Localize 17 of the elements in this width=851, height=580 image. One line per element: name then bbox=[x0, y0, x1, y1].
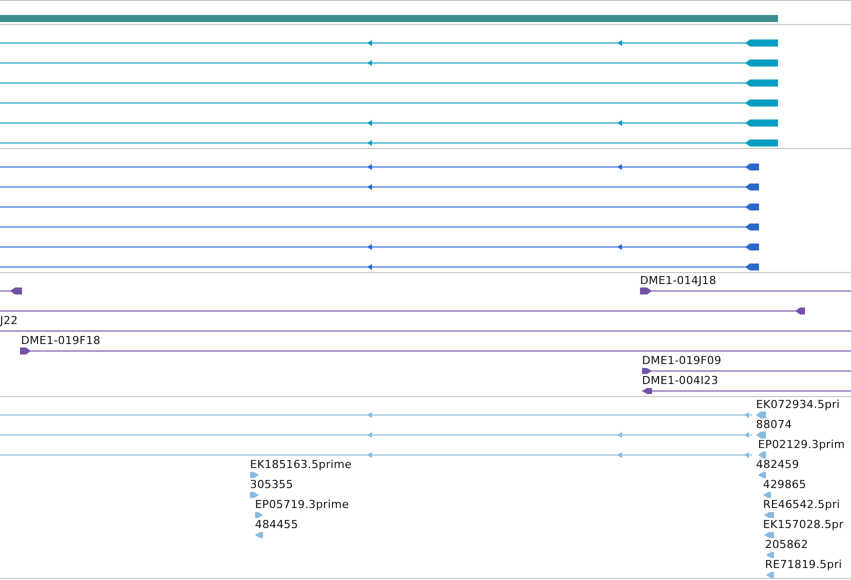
feature-label: DME1-019F18 bbox=[21, 334, 100, 347]
feature-label: 429865 bbox=[763, 478, 806, 491]
feature-label: 484455 bbox=[255, 518, 298, 531]
feature-label: 205862 bbox=[765, 538, 808, 551]
feature-label: 482459 bbox=[756, 458, 800, 471]
feature-label: RE71819.5pri bbox=[765, 558, 842, 571]
feature-label: DME1-019F09 bbox=[642, 354, 722, 367]
feature-label: EK185163.5prime bbox=[250, 458, 352, 471]
feature-label: RE46542.5pri bbox=[763, 498, 840, 511]
feature-label: EP02129.3prim bbox=[758, 438, 845, 451]
feature-label: DME1-004I23 bbox=[642, 374, 718, 387]
feature-label: 88074 bbox=[756, 418, 792, 431]
feature-label: DME1-014J18 bbox=[640, 274, 716, 287]
feature-label: EP05719.3prime bbox=[255, 498, 349, 511]
feature-label: EK157028.5pr bbox=[763, 518, 844, 531]
feature-label: EK072934.5pri bbox=[756, 398, 840, 411]
feature-label: 305355 bbox=[250, 478, 294, 491]
